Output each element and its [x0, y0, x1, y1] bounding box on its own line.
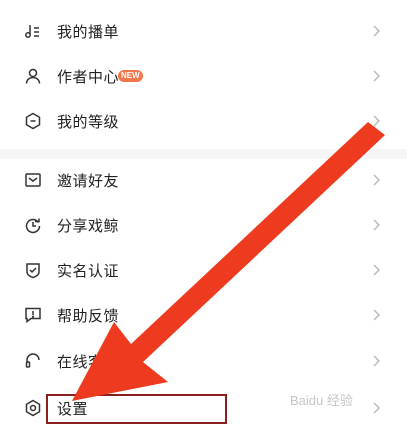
feedback-bubble-icon	[24, 306, 42, 324]
menu-item-label: 帮助反馈	[57, 306, 120, 325]
settings-highlight-box	[46, 394, 227, 424]
chevron-right-icon	[370, 355, 382, 367]
menu-item-invite-friends[interactable]: 邀请好友	[0, 158, 407, 202]
shield-check-icon	[24, 261, 42, 279]
chevron-right-icon	[370, 309, 382, 321]
menu-item-label: 我的等级	[57, 112, 120, 131]
menu-item-label: 实名认证	[57, 261, 120, 280]
menu-item-author-center[interactable]: 作者中心 NEW	[0, 54, 407, 98]
menu-item-my-level[interactable]: 我的等级	[0, 99, 407, 143]
headset-icon	[24, 352, 42, 370]
menu-item-label: 我的播单	[57, 22, 120, 41]
chevron-right-icon	[370, 70, 382, 82]
menu-item-help-feedback[interactable]: 帮助反馈	[0, 293, 407, 337]
menu-item-label: 邀请好友	[57, 171, 120, 190]
music-list-icon	[24, 22, 42, 40]
chevron-right-icon	[370, 402, 382, 414]
chevron-right-icon	[370, 174, 382, 186]
menu-item-online-support[interactable]: 在线客服	[0, 339, 407, 383]
chevron-right-icon	[370, 219, 382, 231]
menu-item-label: 在线客服	[57, 352, 120, 371]
chevron-right-icon	[370, 264, 382, 276]
menu-item-real-name-verification[interactable]: 实名认证	[0, 248, 407, 292]
level-hexagon-icon	[24, 112, 42, 130]
settings-hexagon-icon	[24, 399, 42, 417]
share-rotate-icon	[24, 216, 42, 234]
menu-item-share[interactable]: 分享戏鲸	[0, 203, 407, 247]
mail-icon	[24, 171, 42, 189]
chevron-right-icon	[370, 25, 382, 37]
person-icon	[24, 67, 42, 85]
watermark-text: Baidu 经验	[290, 393, 353, 408]
menu-item-label: 分享戏鲸	[57, 216, 120, 235]
menu-item-playlist[interactable]: 我的播单	[0, 9, 407, 53]
menu-item-label: 作者中心	[57, 67, 120, 86]
new-badge: NEW	[118, 70, 143, 82]
chevron-right-icon	[370, 115, 382, 127]
